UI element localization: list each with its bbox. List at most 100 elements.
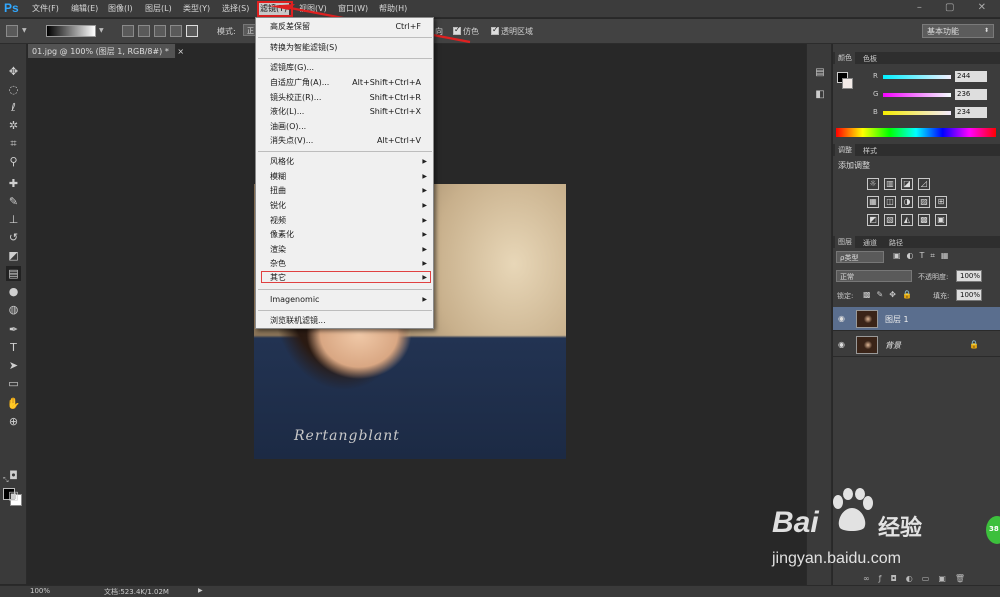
gradient-tool-icon[interactable]: ▤ bbox=[6, 266, 21, 281]
brush-tool-icon[interactable]: ✎ bbox=[6, 194, 21, 209]
healing-brush-icon[interactable]: ✚ bbox=[6, 176, 21, 191]
workspace-select[interactable]: 基本功能 ⬍ bbox=[922, 24, 994, 38]
filter-menu-item[interactable]: Imagenomic ▶ bbox=[256, 293, 433, 306]
layer-filter-icons[interactable]: ▣◐T⌗▦ bbox=[893, 251, 955, 261]
eyedropper-icon[interactable]: ⚲ bbox=[6, 154, 21, 169]
filter-menu-item[interactable]: 视频 ▶ bbox=[256, 214, 433, 227]
tab-channels[interactable]: 通道 bbox=[863, 238, 877, 248]
type-tool-icon[interactable]: T bbox=[6, 340, 21, 355]
color-slider-g[interactable]: G 236 bbox=[873, 89, 993, 101]
hue-saturation-adjust-icon[interactable]: ◫ bbox=[884, 196, 896, 208]
color-spectrum[interactable] bbox=[836, 128, 996, 137]
path-select-icon[interactable]: ➤ bbox=[6, 358, 21, 373]
marquee-tool-icon[interactable]: ◌ bbox=[6, 82, 21, 97]
black-white-adjust-icon[interactable]: ▨ bbox=[918, 196, 930, 208]
channel-value-field[interactable]: 236 bbox=[955, 89, 987, 100]
channel-mixer-adjust-icon[interactable]: ⊞ bbox=[935, 196, 947, 208]
window-controls[interactable]: – ▢ ✕ bbox=[917, 2, 996, 13]
filter-menu-item[interactable]: 浏览联机滤镜... bbox=[256, 314, 433, 327]
close-icon[interactable]: × bbox=[177, 47, 184, 56]
blur-tool-icon[interactable]: ● bbox=[6, 284, 21, 299]
layer-kind-filter[interactable]: ρ类型 bbox=[836, 251, 884, 263]
filter-menu-item[interactable]: 锐化 ▶ bbox=[256, 199, 433, 212]
color-panel-background[interactable] bbox=[842, 78, 853, 89]
layer-row[interactable]: ◉ 图层 1 bbox=[833, 307, 1000, 331]
radial-gradient-button[interactable] bbox=[138, 25, 150, 37]
threshold-adjust-icon[interactable]: ◭ bbox=[901, 214, 913, 226]
selective-color-adjust-icon[interactable]: ▣ bbox=[935, 214, 947, 226]
tab-adjustments[interactable]: 调整 bbox=[835, 144, 855, 156]
tab-styles[interactable]: 样式 bbox=[863, 146, 877, 156]
menu-item[interactable]: 图像(I) bbox=[108, 3, 133, 14]
tab-layers[interactable]: 图层 bbox=[835, 236, 855, 248]
visibility-eye-icon[interactable]: ◉ bbox=[838, 340, 845, 349]
curves-adjust-icon[interactable]: ◪ bbox=[901, 178, 913, 190]
crop-tool-icon[interactable]: ⌗ bbox=[6, 136, 21, 151]
filter-menu-item[interactable]: 转换为智能滤镜(S) bbox=[256, 41, 433, 54]
menu-item[interactable]: 图层(L) bbox=[145, 3, 172, 14]
tab-swatches[interactable]: 色板 bbox=[863, 54, 877, 64]
blend-mode-select[interactable]: 正常 bbox=[836, 270, 912, 282]
gradient-map-adjust-icon[interactable]: ▩ bbox=[918, 214, 930, 226]
magic-wand-icon[interactable]: ✲ bbox=[6, 118, 21, 133]
zoom-level[interactable]: 100% bbox=[30, 587, 50, 595]
menu-item[interactable]: 文件(F) bbox=[32, 3, 59, 14]
tool-preset-button[interactable] bbox=[6, 25, 18, 37]
levels-adjust-icon[interactable]: ▥ bbox=[884, 178, 896, 190]
filter-menu-item[interactable]: 消失点(V)... Alt+Ctrl+V bbox=[256, 134, 433, 147]
move-tool-icon[interactable]: ✥ bbox=[6, 64, 21, 79]
exposure-adjust-icon[interactable]: ◿ bbox=[918, 178, 930, 190]
filter-menu-item[interactable]: 杂色 ▶ bbox=[256, 257, 433, 270]
visibility-eye-icon[interactable]: ◉ bbox=[838, 314, 845, 323]
reflected-gradient-button[interactable] bbox=[170, 25, 182, 37]
slider-track[interactable] bbox=[883, 93, 951, 97]
eraser-tool-icon[interactable]: ◩ bbox=[6, 248, 21, 263]
chevron-down-icon[interactable]: ▼ bbox=[99, 27, 104, 34]
filter-menu-item[interactable]: 扭曲 ▶ bbox=[256, 184, 433, 197]
filter-menu-item[interactable]: 自适应广角(A)... Alt+Shift+Ctrl+A bbox=[256, 76, 433, 89]
linear-gradient-button[interactable] bbox=[122, 25, 134, 37]
opacity-field[interactable]: 100% bbox=[956, 270, 982, 282]
chevron-down-icon[interactable]: ▼ bbox=[22, 27, 27, 34]
channel-value-field[interactable]: 234 bbox=[955, 107, 987, 118]
filter-menu-item[interactable]: 渲染 ▶ bbox=[256, 243, 433, 256]
lock-icons[interactable]: ▩✎✥🔒 bbox=[863, 290, 918, 299]
slider-track[interactable] bbox=[883, 75, 951, 79]
screen-mode-icon[interactable]: ▣ bbox=[6, 488, 21, 503]
shape-tool-icon[interactable]: ▭ bbox=[6, 376, 21, 391]
quick-mask-icon[interactable]: ◘ bbox=[6, 468, 21, 483]
color-slider-b[interactable]: B 234 bbox=[873, 107, 993, 119]
tab-color[interactable]: 颜色 bbox=[835, 52, 855, 64]
tab-paths[interactable]: 路径 bbox=[889, 238, 903, 248]
color-slider-r[interactable]: R 244 bbox=[873, 71, 993, 83]
pen-tool-icon[interactable]: ✒ bbox=[6, 322, 21, 337]
filter-menu-item[interactable]: 镜头校正(R)... Shift+Ctrl+R bbox=[256, 91, 433, 104]
diamond-gradient-button[interactable] bbox=[186, 25, 198, 37]
posterize-adjust-icon[interactable]: ▧ bbox=[884, 214, 896, 226]
filter-menu-item[interactable]: 油画(O)... bbox=[256, 120, 433, 133]
fill-field[interactable]: 100% bbox=[956, 289, 982, 301]
layer-row[interactable]: ◉ 背景 🔒 bbox=[833, 333, 1000, 357]
invert-adjust-icon[interactable]: ◩ bbox=[867, 214, 879, 226]
dodge-tool-icon[interactable]: ◍ bbox=[6, 302, 21, 317]
filter-menu-item[interactable]: 模糊 ▶ bbox=[256, 170, 433, 183]
channel-value-field[interactable]: 244 bbox=[955, 71, 987, 82]
angle-gradient-button[interactable] bbox=[154, 25, 166, 37]
filter-menu-item[interactable]: 滤镜库(G)... bbox=[256, 61, 433, 74]
color-balance-adjust-icon[interactable]: ◑ bbox=[901, 196, 913, 208]
filter-menu-item[interactable]: 高反差保留 Ctrl+F bbox=[256, 20, 433, 33]
filter-menu-item[interactable]: 像素化 ▶ bbox=[256, 228, 433, 241]
hand-tool-icon[interactable]: ✋ bbox=[6, 396, 21, 411]
lasso-tool-icon[interactable]: ℓ bbox=[6, 100, 21, 115]
stamp-tool-icon[interactable]: ⊥ bbox=[6, 212, 21, 227]
properties-panel-icon[interactable]: ◧ bbox=[813, 88, 827, 102]
status-menu-arrow[interactable]: ▶ bbox=[198, 587, 203, 594]
menu-item[interactable]: 选择(S) bbox=[222, 3, 249, 14]
document-tab[interactable]: 01.jpg @ 100% (图层 1, RGB/8#) * × bbox=[28, 44, 184, 58]
history-brush-icon[interactable]: ↺ bbox=[6, 230, 21, 245]
gradient-swatch[interactable] bbox=[46, 25, 96, 37]
brightness-adjust-icon[interactable]: ☼ bbox=[867, 178, 879, 190]
filter-menu-item[interactable]: 液化(L)... Shift+Ctrl+X bbox=[256, 105, 433, 118]
vibrance-adjust-icon[interactable]: ▦ bbox=[867, 196, 879, 208]
menu-item[interactable]: 编辑(E) bbox=[71, 3, 98, 14]
